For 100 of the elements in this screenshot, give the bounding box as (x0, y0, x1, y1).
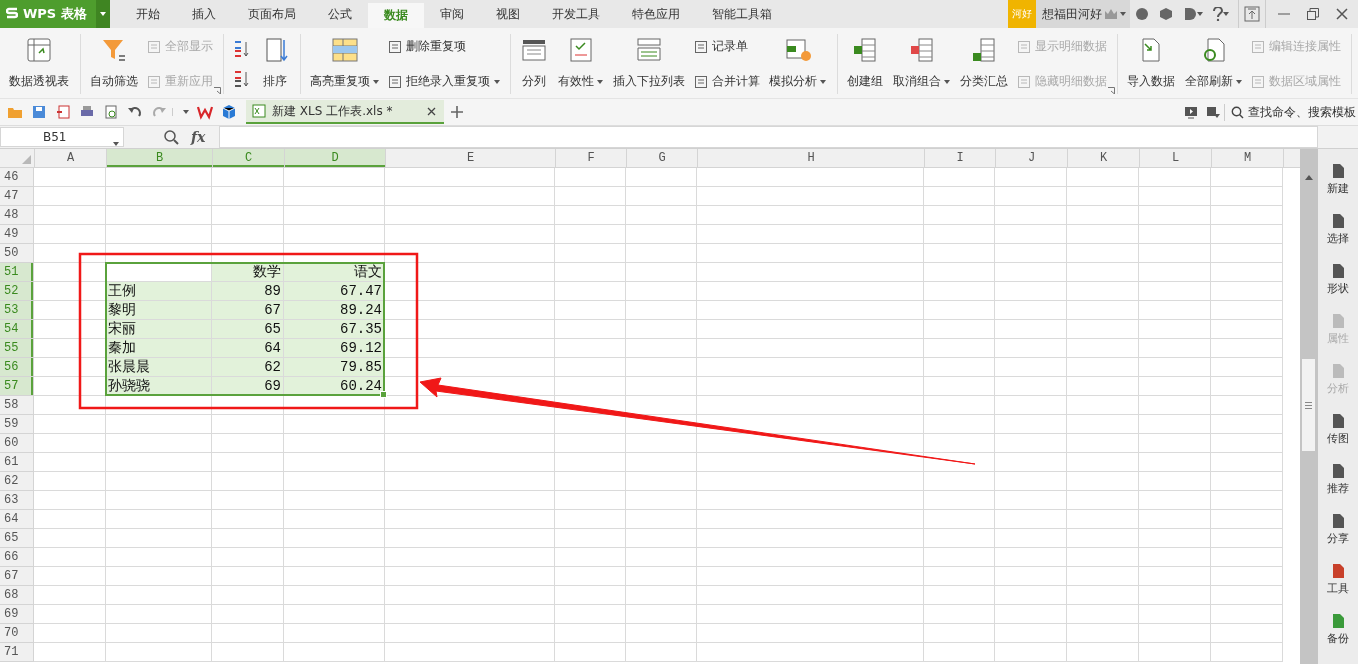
row-header[interactable]: 56 (0, 358, 34, 377)
side-panel-item[interactable]: 分享 (1327, 513, 1349, 553)
side-panel-item[interactable]: 传图 (1327, 413, 1349, 453)
ribbon-tab[interactable]: 开始 (120, 0, 176, 28)
row-header[interactable]: 71 (0, 643, 34, 662)
table-cell (1067, 320, 1139, 339)
ribbon-button[interactable]: 高亮重复项 (307, 34, 382, 94)
ribbon-button[interactable]: 有效性 (555, 34, 606, 94)
table-cell (1211, 377, 1283, 396)
side-panel-item[interactable]: 新建 (1327, 163, 1349, 203)
row-header[interactable]: 52 (0, 282, 34, 301)
scrollbar[interactable] (1300, 149, 1318, 664)
table-cell (555, 263, 626, 282)
row-header[interactable]: 68 (0, 586, 34, 605)
what-if-icon (783, 36, 812, 64)
table-cell (626, 453, 697, 472)
row-header[interactable]: 47 (0, 187, 34, 206)
zoom-icon[interactable] (164, 129, 179, 145)
ribbon-tab[interactable]: 数据 (368, 3, 424, 28)
column-header[interactable]: K (1068, 149, 1140, 167)
row-header[interactable]: 64 (0, 510, 34, 529)
column-header[interactable]: C (213, 149, 285, 167)
row-header[interactable]: 70 (0, 624, 34, 643)
row-header[interactable]: 51 (0, 263, 34, 282)
ribbon-button[interactable]: 全部刷新 (1182, 34, 1245, 94)
ribbon-button[interactable]: 合并计算 (692, 73, 762, 90)
launcher-icon[interactable] (1108, 87, 1115, 94)
name-box[interactable]: B51 (0, 127, 124, 147)
table-cell (555, 605, 626, 624)
row-header[interactable]: 61 (0, 453, 34, 472)
row-header[interactable]: 48 (0, 206, 34, 225)
row-header[interactable]: 50 (0, 244, 34, 263)
ribbon-button[interactable]: 插入下拉列表 (610, 34, 688, 94)
ribbon-button[interactable]: 删除重复项 (386, 38, 502, 55)
row-header[interactable]: 65 (0, 529, 34, 548)
table-cell (1067, 472, 1139, 491)
ribbon-tab[interactable]: 特色应用 (616, 0, 696, 28)
row-header[interactable]: 55 (0, 339, 34, 358)
column-header[interactable]: H (698, 149, 925, 167)
launcher-icon[interactable] (214, 87, 221, 94)
caret-icon (113, 142, 119, 146)
row-header[interactable]: 58 (0, 396, 34, 415)
scroll-up-icon[interactable] (1305, 175, 1313, 180)
row-header[interactable]: 62 (0, 472, 34, 491)
document-tab[interactable]: 新建 XLS 工作表.xls * (246, 100, 444, 124)
more-button[interactable] (172, 108, 192, 116)
row-header[interactable]: 67 (0, 567, 34, 586)
side-panel-item[interactable]: 备份 (1327, 613, 1349, 653)
side-panel-item[interactable]: 选择 (1327, 213, 1349, 253)
close-icon[interactable] (427, 106, 436, 116)
row-header[interactable]: 63 (0, 491, 34, 510)
row-header[interactable]: 57 (0, 377, 34, 396)
ribbon-tab[interactable]: 页面布局 (232, 0, 312, 28)
ribbon-button[interactable]: 排序 (258, 34, 292, 94)
row-header[interactable]: 69 (0, 605, 34, 624)
search-field[interactable]: 查找命令、搜索模板 (1224, 103, 1358, 121)
ribbon-button[interactable]: 分列 (517, 34, 551, 94)
side-panel-item[interactable]: 形状 (1327, 263, 1349, 303)
column-header[interactable]: L (1140, 149, 1212, 167)
column-header[interactable]: M (1212, 149, 1284, 167)
ribbon-tab[interactable]: 审阅 (424, 0, 480, 28)
ribbon-tab[interactable]: 智能工具箱 (696, 0, 788, 28)
ribbon-tab[interactable]: 开发工具 (536, 0, 616, 28)
column-header[interactable]: I (925, 149, 996, 167)
ribbon-button[interactable]: 模拟分析 (766, 34, 829, 94)
table-cell (1139, 453, 1211, 472)
ribbon-button[interactable]: 拒绝录入重复项 (386, 73, 502, 90)
column-header[interactable]: G (627, 149, 698, 167)
side-panel-item[interactable]: 推荐 (1327, 463, 1349, 503)
row-header[interactable]: 66 (0, 548, 34, 567)
table-cell (924, 187, 995, 206)
ribbon-button[interactable]: 自动筛选 (87, 34, 141, 94)
column-header[interactable]: F (556, 149, 627, 167)
table-cell (924, 491, 995, 510)
row-header[interactable]: 46 (0, 168, 34, 187)
row-header[interactable]: 54 (0, 320, 34, 339)
ribbon-tab[interactable]: 公式 (312, 0, 368, 28)
function-button[interactable]: fx (191, 129, 206, 145)
table-cell (555, 586, 626, 605)
formula-input[interactable] (219, 126, 1318, 148)
row-header[interactable]: 60 (0, 434, 34, 453)
ribbon-tab[interactable]: 插入 (176, 0, 232, 28)
ribbon-button[interactable]: 创建组 (844, 34, 886, 94)
ribbon-button[interactable]: 数据透视表 (6, 34, 72, 94)
row-header[interactable]: 59 (0, 415, 34, 434)
upload-icon (1244, 6, 1260, 22)
row-header[interactable]: 53 (0, 301, 34, 320)
ribbon-button[interactable]: 分类汇总 (957, 34, 1011, 94)
ribbon-tab[interactable]: 视图 (480, 0, 536, 28)
ribbon-button[interactable]: 记录单 (692, 38, 762, 55)
scroll-thumb[interactable] (1302, 359, 1315, 451)
table-cell (1211, 244, 1283, 263)
ribbon-button[interactable]: 导入数据 (1124, 34, 1178, 94)
table-cell (924, 282, 995, 301)
column-header[interactable]: E (386, 149, 556, 167)
ribbon-button[interactable]: 取消组合 (890, 34, 953, 94)
column-header[interactable]: J (996, 149, 1068, 167)
side-panel-item[interactable]: 工具 (1327, 563, 1349, 603)
row-header[interactable]: 49 (0, 225, 34, 244)
user-menu[interactable]: 想福田河好 (1036, 0, 1130, 28)
